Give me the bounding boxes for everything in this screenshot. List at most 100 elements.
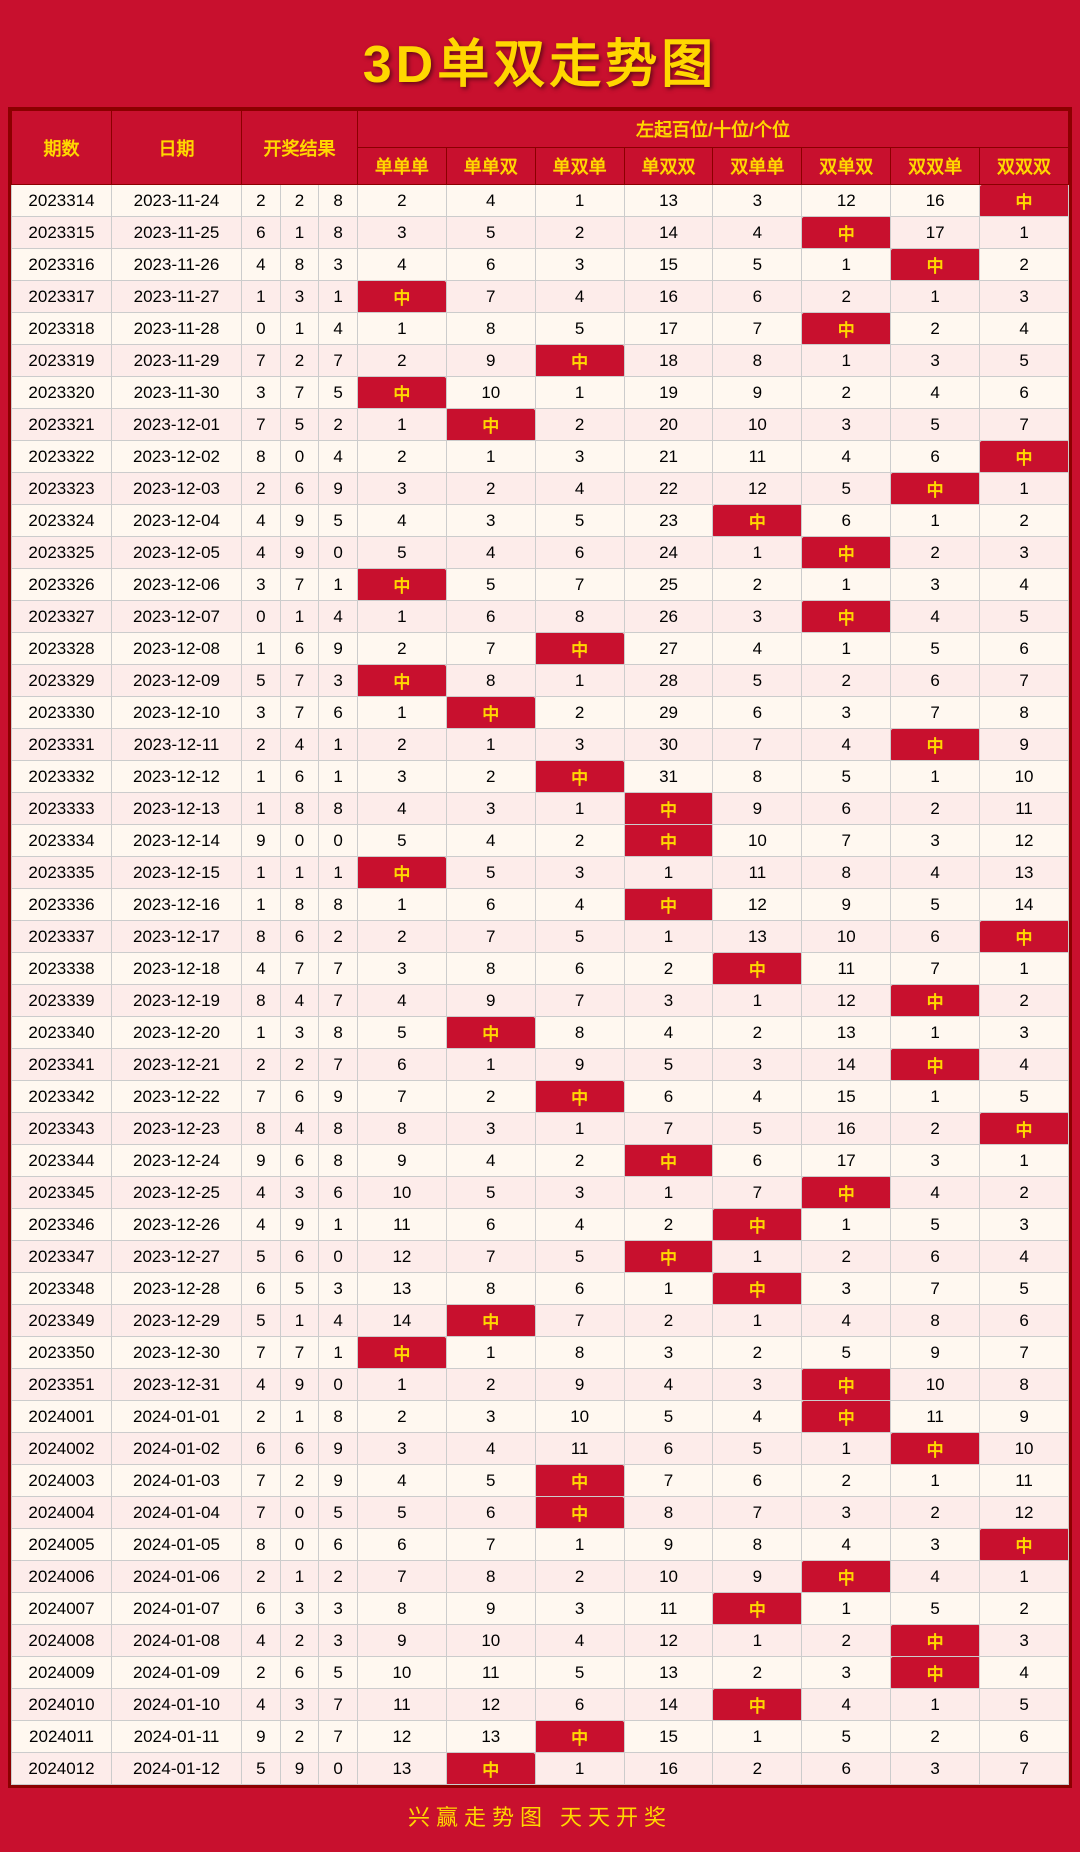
cell-val-5: 中	[802, 1177, 891, 1209]
cell-val-6: 中	[891, 729, 980, 761]
table-row: 20233422023-12-2276972中641515	[12, 1081, 1069, 1113]
cell-val-4: 6	[713, 281, 802, 313]
cell-digit-2: 1	[319, 281, 358, 313]
cell-val-3: 8	[624, 1497, 713, 1529]
cell-val-1: 3	[446, 505, 535, 537]
cell-digit-1: 4	[280, 1113, 319, 1145]
cell-digit-0: 4	[242, 1689, 281, 1721]
cell-val-1: 中	[446, 1305, 535, 1337]
cell-val-5: 4	[802, 1305, 891, 1337]
cell-date: 2024-01-10	[112, 1689, 242, 1721]
cell-date: 2023-12-27	[112, 1241, 242, 1273]
cell-val-3: 15	[624, 249, 713, 281]
cell-val-0: 4	[357, 249, 446, 281]
cell-val-0: 11	[357, 1209, 446, 1241]
cell-digit-2: 8	[319, 217, 358, 249]
table-row: 20233272023-12-07014168263中45	[12, 601, 1069, 633]
table-row: 20240112024-01-119271213中151526	[12, 1721, 1069, 1753]
cell-val-5: 1	[802, 249, 891, 281]
cell-val-4: 1	[713, 1241, 802, 1273]
cell-val-4: 7	[713, 729, 802, 761]
cell-digit-1: 6	[280, 1081, 319, 1113]
cell-val-6: 8	[891, 1305, 980, 1337]
cell-date: 2024-01-04	[112, 1497, 242, 1529]
cell-val-7: 9	[980, 729, 1069, 761]
cell-val-0: 14	[357, 1305, 446, 1337]
cell-digit-0: 2	[242, 1401, 281, 1433]
cell-val-4: 9	[713, 793, 802, 825]
cell-val-1: 1	[446, 441, 535, 473]
cell-val-2: 1	[535, 1753, 624, 1785]
cell-date: 2023-12-07	[112, 601, 242, 633]
cell-val-7: 6	[980, 633, 1069, 665]
cell-digit-2: 8	[319, 1017, 358, 1049]
table-row: 20240102024-01-104371112614中415	[12, 1689, 1069, 1721]
cell-digit-2: 8	[319, 1401, 358, 1433]
cell-val-3: 2	[624, 953, 713, 985]
cell-period: 2023338	[12, 953, 112, 985]
cell-val-2: 8	[535, 1017, 624, 1049]
cell-val-7: 6	[980, 1305, 1069, 1337]
cell-val-6: 4	[891, 1177, 980, 1209]
table-row: 20233222023-12-02804213211146中	[12, 441, 1069, 473]
cell-val-1: 4	[446, 1145, 535, 1177]
cell-val-0: 2	[357, 921, 446, 953]
table-row: 20233252023-12-05490546241中23	[12, 537, 1069, 569]
cell-val-4: 中	[713, 505, 802, 537]
cell-val-1: 1	[446, 1337, 535, 1369]
cell-date: 2023-12-16	[112, 889, 242, 921]
cell-val-2: 3	[535, 441, 624, 473]
cell-val-7: 6	[980, 1721, 1069, 1753]
cell-val-2: 中	[535, 761, 624, 793]
cell-val-5: 1	[802, 633, 891, 665]
cell-val-2: 1	[535, 1529, 624, 1561]
cell-digit-0: 1	[242, 889, 281, 921]
cell-val-4: 4	[713, 633, 802, 665]
cell-digit-2: 1	[319, 857, 358, 889]
cell-date: 2023-12-17	[112, 921, 242, 953]
cell-val-7: 8	[980, 697, 1069, 729]
cell-date: 2023-12-04	[112, 505, 242, 537]
cell-val-4: 6	[713, 1465, 802, 1497]
cell-val-6: 中	[891, 249, 980, 281]
table-row: 20233292023-12-09573中81285267	[12, 665, 1069, 697]
cell-val-0: 5	[357, 1497, 446, 1529]
cell-date: 2023-12-14	[112, 825, 242, 857]
cell-period: 2023340	[12, 1017, 112, 1049]
cell-digit-2: 8	[319, 185, 358, 217]
cell-val-7: 9	[980, 1401, 1069, 1433]
header-col: 双单单	[713, 148, 802, 185]
cell-period: 2023351	[12, 1369, 112, 1401]
cell-val-6: 6	[891, 921, 980, 953]
cell-val-5: 9	[802, 889, 891, 921]
cell-date: 2023-12-29	[112, 1305, 242, 1337]
cell-val-5: 10	[802, 921, 891, 953]
cell-digit-0: 7	[242, 1497, 281, 1529]
cell-val-5: 11	[802, 953, 891, 985]
cell-val-5: 1	[802, 1593, 891, 1625]
cell-digit-0: 5	[242, 665, 281, 697]
cell-val-0: 中	[357, 857, 446, 889]
cell-val-4: 2	[713, 1337, 802, 1369]
cell-val-1: 6	[446, 1209, 535, 1241]
cell-val-3: 15	[624, 1721, 713, 1753]
cell-val-4: 2	[713, 1753, 802, 1785]
cell-val-7: 5	[980, 1689, 1069, 1721]
cell-period: 2024011	[12, 1721, 112, 1753]
cell-date: 2023-11-30	[112, 377, 242, 409]
cell-digit-1: 9	[280, 505, 319, 537]
cell-date: 2023-12-20	[112, 1017, 242, 1049]
table-row: 20233402023-12-201385中8421313	[12, 1017, 1069, 1049]
cell-val-3: 23	[624, 505, 713, 537]
cell-val-4: 4	[713, 217, 802, 249]
cell-digit-1: 8	[280, 793, 319, 825]
cell-val-4: 12	[713, 473, 802, 505]
cell-val-2: 中	[535, 1465, 624, 1497]
cell-digit-0: 7	[242, 1465, 281, 1497]
cell-digit-2: 3	[319, 1593, 358, 1625]
cell-digit-0: 2	[242, 1561, 281, 1593]
cell-val-0: 8	[357, 1113, 446, 1145]
cell-date: 2023-12-24	[112, 1145, 242, 1177]
cell-val-4: 1	[713, 537, 802, 569]
cell-val-0: 4	[357, 505, 446, 537]
